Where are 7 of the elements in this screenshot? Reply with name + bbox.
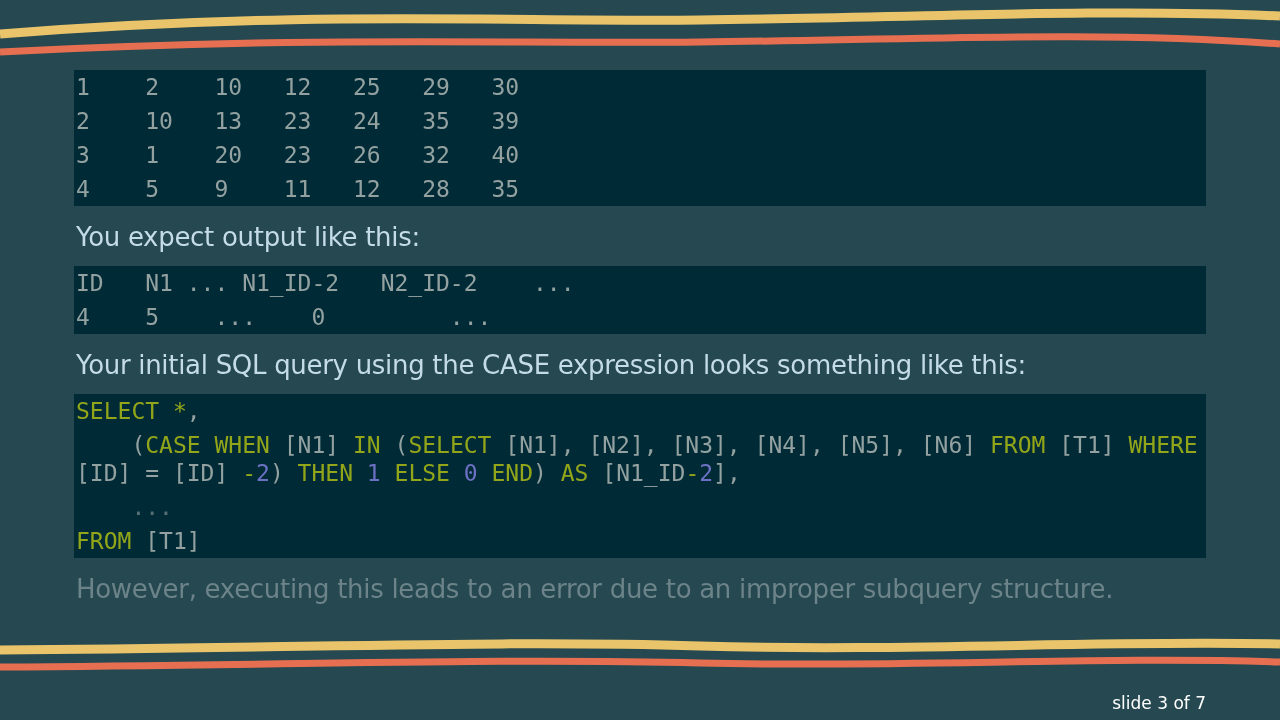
slide-counter: slide 3 of 7 (1112, 691, 1206, 715)
output-block: 1 2 10 12 25 29 30 2 10 13 23 24 35 39 3 1 20 23 26 32 40 4 5 9 11 12 28 35 (74, 70, 1206, 206)
code-block: SELECT *, (CASE WHEN [N1] IN (SELECT [N1], [N2], [N3], [N4], [N5], [N6] FROM [T1] WHERE [ID] = [ID] -2) THEN 1 ELSE 0 END) AS [N1_ID-2], ... FROM [T1] (74, 394, 1206, 558)
output-block: ID N1 ... N1_ID-2 N2_ID-2 ... 4 5 ... 0 ... (74, 266, 1206, 334)
paragraph: Your initial SQL query using the CASE expression looks something like this: (76, 349, 1027, 382)
paragraph: However, executing this leads to an error due to an improper subquery structure. (76, 573, 1115, 606)
paragraph: You expect output like this: (76, 221, 421, 254)
